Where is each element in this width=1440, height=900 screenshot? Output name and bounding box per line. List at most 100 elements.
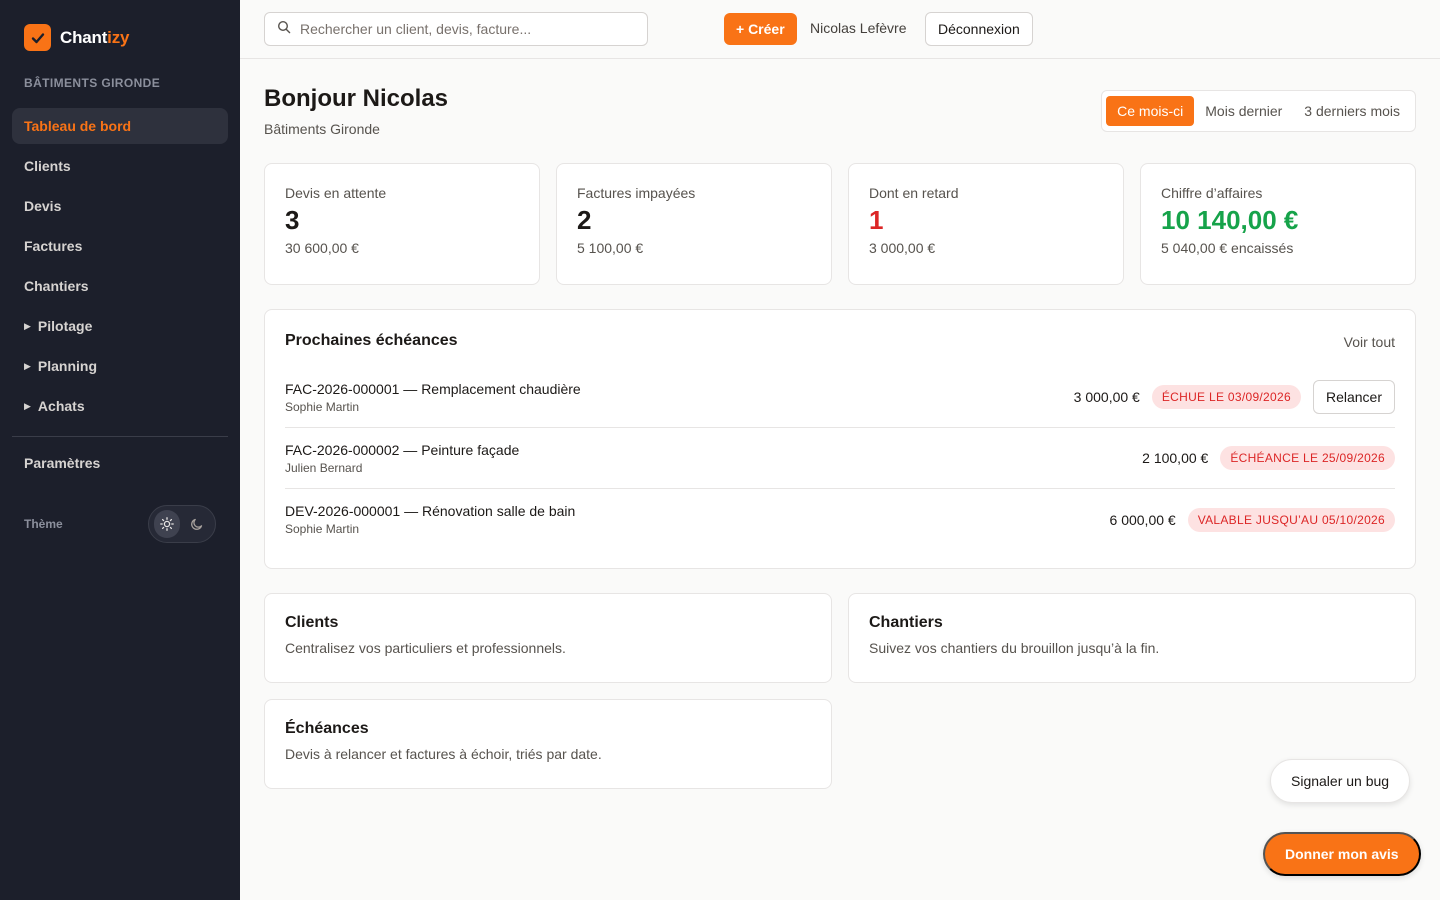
topbar: + Créer Nicolas Lefèvre Déconnexion (240, 0, 1440, 59)
deadline-meta: 2 100,00 € ÉCHÉANCE LE 25/09/2026 (1142, 446, 1395, 470)
deadline-meta: 3 000,00 € ÉCHUE LE 03/09/2026 Relancer (1074, 380, 1395, 414)
deadline-client: Sophie Martin (285, 522, 360, 536)
sidebar-item-label: Tableau de bord (24, 118, 132, 134)
sun-icon[interactable] (154, 510, 180, 538)
card-title: Échéances (285, 720, 369, 737)
deadline-client: Sophie Martin (285, 399, 360, 414)
deadline-row[interactable]: FAC-2026-000001 — Remplacement chaudière… (285, 367, 1395, 428)
card-chantiers[interactable]: Chantiers Suivez vos chantiers du brouil… (848, 593, 1416, 683)
deadline-amount: 2 100,00 € (1142, 450, 1209, 466)
deadline-meta: 6 000,00 € VALABLE JUSQU’AU 05/10/2026 (1109, 507, 1395, 532)
deadline-client: Julien Bernard (285, 460, 363, 475)
sidebar-item-label: Factures (24, 238, 83, 254)
kpi-sub: 30 600,00 € (285, 240, 359, 256)
app-name: Chantizy (60, 28, 129, 48)
kpi-sub: 3 000,00 € (869, 240, 936, 256)
kpi-en-retard[interactable]: Dont en retard 1 3 000,00 € (848, 163, 1124, 285)
theme-label: Thème (24, 517, 63, 531)
sidebar-item-parametres[interactable]: Paramètres (12, 445, 228, 481)
user-name: Nicolas Lefèvre (810, 20, 907, 36)
deadline-title: FAC-2026-000002 — Peinture façade (285, 441, 520, 458)
sidebar-item-pilotage[interactable]: ▶ Pilotage (12, 308, 228, 344)
sidebar-item-dashboard[interactable]: Tableau de bord (12, 108, 228, 144)
company-name: BÂTIMENTS GIRONDE (24, 76, 161, 90)
sidebar-item-label: Achats (37, 398, 85, 414)
sidebar-item-label: Devis (24, 198, 62, 214)
card-description: Centralisez vos particuliers et professi… (285, 640, 566, 656)
card-title: Clients (285, 614, 339, 631)
kpi-value: 3 (285, 205, 300, 235)
kpi-label: Dont en retard (869, 185, 959, 201)
card-description: Devis à relancer et factures à échoir, t… (285, 746, 602, 762)
kpi-sub: 5 040,00 € encaissés (1161, 240, 1294, 256)
deadline-title: FAC-2026-000001 — Remplacement chaudière (285, 380, 581, 397)
sidebar-item-label: Chantiers (24, 278, 89, 294)
deadlines-list: FAC-2026-000001 — Remplacement chaudière… (285, 367, 1395, 550)
see-all-link[interactable]: Voir tout (1344, 334, 1395, 350)
period-this-month[interactable]: Ce mois-ci (1106, 96, 1195, 126)
sidebar-item-factures[interactable]: Factures (12, 228, 228, 264)
kpi-devis-en-attente[interactable]: Devis en attente 3 30 600,00 € (264, 163, 540, 285)
kpi-sub: 5 100,00 € (577, 240, 644, 256)
app-name-part2: izy (107, 27, 130, 47)
app-logo[interactable]: Chantizy (24, 24, 129, 51)
kpi-row: Devis en attente 3 30 600,00 € Factures … (264, 163, 1416, 285)
sidebar-item-label: Clients (24, 158, 71, 174)
deadline-row[interactable]: DEV-2026-000001 — Rénovation salle de ba… (285, 489, 1395, 550)
card-description: Suivez vos chantiers du brouillon jusqu’… (869, 640, 1160, 656)
card-clients[interactable]: Clients Centralisez vos particuliers et … (264, 593, 832, 683)
create-button[interactable]: + Créer (724, 13, 797, 45)
moon-icon[interactable] (184, 510, 210, 538)
kpi-label: Factures impayées (577, 185, 696, 201)
card-title: Chantiers (869, 614, 943, 631)
kpi-label: Chiffre d’affaires (1161, 185, 1263, 201)
app-name-part1: Chant (60, 27, 108, 47)
deadline-title: DEV-2026-000001 — Rénovation salle de ba… (285, 503, 576, 519)
deadline-amount: 3 000,00 € (1073, 389, 1140, 405)
search-input[interactable] (300, 21, 630, 37)
kpi-factures-impayees[interactable]: Factures impayées 2 5 100,00 € (556, 163, 832, 285)
sidebar-item-label: Pilotage (37, 318, 93, 334)
theme-toggle (148, 505, 216, 543)
kpi-chiffre-affaires[interactable]: Chiffre d’affaires 10 140,00 € 5 040,00 … (1140, 163, 1416, 285)
search-icon (277, 20, 291, 39)
kpi-value: 10 140,00 € (1161, 205, 1299, 235)
period-last-month[interactable]: Mois dernier (1194, 96, 1293, 126)
page-title: Bonjour Nicolas (264, 85, 449, 112)
card-echeances[interactable]: Échéances Devis à relancer et factures à… (264, 699, 832, 789)
status-badge: ÉCHUE LE 03/09/2026 (1151, 385, 1301, 409)
deadline-info: FAC-2026-000001 — Remplacement chaudière… (285, 381, 581, 414)
deadline-amount: 6 000,00 € (1109, 511, 1176, 528)
deadline-info: FAC-2026-000002 — Peinture façade Julien… (285, 442, 519, 475)
deadlines-panel: Prochaines échéances Voir tout FAC-2026-… (264, 309, 1416, 569)
caret-right-icon: ▶ (24, 360, 31, 371)
page-subtitle: Bâtiments Gironde (264, 121, 380, 137)
check-icon (24, 24, 51, 51)
status-badge: VALABLE JUSQU’AU 05/10/2026 (1187, 507, 1395, 532)
sidebar-item-planning[interactable]: ▶ Planning (12, 348, 228, 384)
period-selector: Ce mois-ci Mois dernier 3 derniers mois (1101, 90, 1416, 132)
kpi-value: 2 (577, 205, 592, 235)
deadline-info: DEV-2026-000001 — Rénovation salle de ba… (285, 503, 575, 536)
deadlines-title: Prochaines échéances (285, 332, 458, 349)
feedback-button[interactable]: Donner mon avis (1263, 832, 1421, 876)
caret-right-icon: ▶ (24, 400, 31, 411)
theme-switcher-row: Thème (24, 505, 216, 543)
sidebar-item-label: Planning (37, 358, 98, 374)
report-bug-button[interactable]: Signaler un bug (1270, 759, 1411, 803)
sidebar-item-devis[interactable]: Devis (12, 188, 228, 224)
sidebar-item-label: Paramètres (24, 455, 101, 471)
sidebar-nav: Tableau de bord Clients Devis Factures C… (12, 108, 228, 485)
sidebar-item-achats[interactable]: ▶ Achats (12, 388, 228, 424)
caret-right-icon: ▶ (24, 320, 31, 331)
sidebar-item-chantiers[interactable]: Chantiers (12, 268, 228, 304)
logout-button[interactable]: Déconnexion (925, 12, 1033, 46)
search-box[interactable] (264, 12, 648, 46)
kpi-label: Devis en attente (285, 185, 387, 201)
kpi-value: 1 (869, 205, 884, 235)
sidebar-item-clients[interactable]: Clients (12, 148, 228, 184)
status-badge: ÉCHÉANCE LE 25/09/2026 (1220, 446, 1395, 470)
deadline-row[interactable]: FAC-2026-000002 — Peinture façade Julien… (285, 428, 1395, 489)
period-last-3-months[interactable]: 3 derniers mois (1293, 96, 1411, 126)
relancer-button[interactable]: Relancer (1312, 380, 1395, 414)
